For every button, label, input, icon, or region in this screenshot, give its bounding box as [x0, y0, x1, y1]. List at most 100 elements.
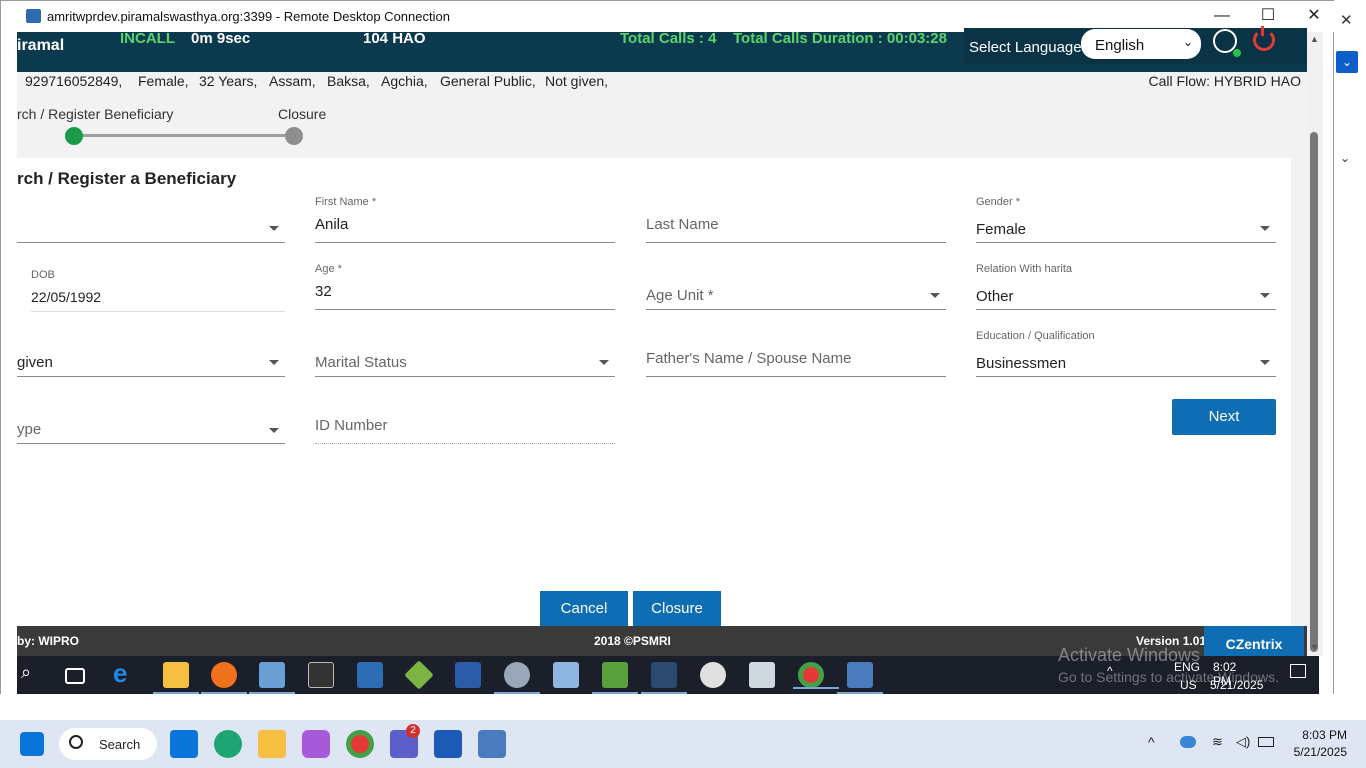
powershell-icon[interactable] — [455, 662, 481, 688]
maximize-button[interactable]: ☐ — [1253, 5, 1283, 27]
title-select[interactable] — [17, 202, 285, 243]
caller-gender: Female, — [138, 73, 189, 89]
id-number-field[interactable]: ID Number — [315, 398, 615, 444]
call-timer: 0m 9sec — [191, 30, 251, 47]
online-status-dot — [1233, 49, 1241, 57]
marital-status-select[interactable]: Marital Status — [315, 330, 615, 377]
task-view-icon[interactable] — [65, 668, 85, 684]
spreadsheet-icon[interactable] — [592, 662, 638, 694]
minimize-button[interactable]: — — [1207, 5, 1237, 27]
app-header: iramal INCALL 0m 9sec 104 HAO Total Call… — [17, 26, 1307, 72]
notification-icon[interactable] — [1290, 664, 1306, 678]
dob-value: 22/05/1992 — [31, 289, 102, 305]
caller-category: General Public, — [440, 73, 536, 89]
host-chrome-icon[interactable] — [346, 730, 374, 758]
first-name-field[interactable]: First Name * Anila — [315, 196, 615, 243]
eclipse-icon[interactable] — [641, 662, 687, 694]
notepad-icon[interactable] — [553, 662, 579, 688]
host-chevron-icon[interactable]: ⌄ — [1340, 151, 1350, 165]
user-profile-icon[interactable] — [1213, 29, 1241, 57]
education-label: Education / Qualification — [976, 330, 1095, 342]
host-taskbar: Search 2 ^ ≋ ◁) 8:03 PM 5/21/2025 — [0, 720, 1366, 768]
next-button[interactable]: Next — [1172, 399, 1276, 435]
host-dropdown-icon[interactable]: ⌄ — [1336, 51, 1358, 73]
vertical-scrollbar[interactable]: ▲ ▼ — [1307, 32, 1323, 656]
battery-icon[interactable] — [1258, 737, 1274, 747]
relation-label: Relation With harita — [976, 263, 1072, 275]
step-register-label[interactable]: rch / Register Beneficiary — [17, 106, 173, 122]
dob-field[interactable]: DOB 22/05/1992 — [31, 269, 285, 312]
education-select[interactable]: Education / Qualification Businessmen — [976, 330, 1276, 377]
store-icon[interactable] — [170, 730, 198, 758]
host-close-icon[interactable]: ✕ — [1340, 11, 1353, 29]
host-tray-arrow-icon[interactable]: ^ — [1148, 734, 1155, 750]
m365-icon[interactable] — [302, 730, 330, 758]
age-field[interactable]: Age * 32 — [315, 263, 615, 310]
gender-select[interactable]: Gender * Female — [976, 196, 1276, 243]
teams-icon[interactable]: 2 — [390, 724, 420, 758]
caller-phone: 929716052849, — [25, 73, 123, 89]
caller-state: Assam, — [269, 73, 316, 89]
remote-desktop-icon[interactable] — [837, 662, 883, 694]
edge-icon[interactable] — [214, 730, 242, 758]
scroll-up-icon[interactable]: ▲ — [1310, 34, 1319, 44]
footer-credit: by: WIPRO — [17, 634, 79, 648]
closure-button[interactable]: Closure — [633, 591, 721, 627]
taskbar-search[interactable]: Search — [59, 728, 157, 760]
father-spouse-name-placeholder: Father's Name / Spouse Name — [646, 350, 852, 367]
relation-select[interactable]: Relation With harita Other — [976, 263, 1276, 310]
internet-explorer-icon[interactable]: e — [113, 658, 139, 688]
first-name-value: Anila — [315, 216, 349, 233]
father-spouse-name-field[interactable]: Father's Name / Spouse Name — [646, 330, 946, 377]
last-name-field[interactable]: Last Name — [646, 196, 946, 243]
services-gear-icon[interactable] — [494, 662, 540, 694]
postman-icon[interactable] — [201, 662, 247, 694]
step-closure-dot[interactable] — [285, 127, 303, 145]
caller-other: Not given, — [545, 73, 609, 89]
education-value: Businessmen — [976, 355, 1067, 372]
age-unit-select[interactable]: Age Unit * — [646, 263, 946, 310]
host-time: 8:03 PM — [1302, 728, 1347, 742]
income-status-select[interactable]: given — [17, 330, 285, 377]
chevron-down-icon — [269, 428, 279, 433]
power-logout-icon[interactable] — [1253, 26, 1275, 51]
file-explorer-icon[interactable] — [153, 662, 199, 694]
word-icon[interactable] — [434, 730, 462, 758]
host-file-explorer-icon[interactable] — [258, 730, 286, 758]
snipping-tool-icon[interactable] — [749, 662, 775, 688]
language-select[interactable]: English ⌄ — [1081, 29, 1201, 59]
czentrix-logo[interactable]: CZentrix — [1204, 626, 1304, 656]
step-closure-label[interactable]: Closure — [278, 106, 326, 122]
id-type-select[interactable]: ype — [17, 398, 285, 444]
command-prompt-icon[interactable] — [308, 662, 334, 688]
volume-icon[interactable]: ◁) — [1236, 734, 1250, 750]
scroll-down-icon[interactable]: ▼ — [1310, 642, 1319, 652]
beneficiary-form-card: rch / Register a Beneficiary First Name … — [17, 158, 1291, 627]
search-icon — [69, 735, 83, 749]
onedrive-icon[interactable] — [1180, 736, 1196, 748]
control-panel-icon[interactable] — [249, 662, 295, 694]
wifi-icon[interactable]: ≋ — [1212, 734, 1223, 750]
remote-search-icon[interactable]: ⌕ — [21, 662, 47, 688]
close-button[interactable]: ✕ — [1299, 5, 1329, 27]
step-register-dot[interactable] — [65, 127, 83, 145]
window-app-icon[interactable] — [357, 662, 383, 688]
cancel-button[interactable]: Cancel — [540, 591, 628, 627]
age-value: 32 — [315, 283, 332, 300]
host-remote-desktop-icon[interactable] — [478, 730, 506, 758]
windows-start-icon[interactable] — [20, 732, 44, 756]
settings-gear-icon[interactable] — [700, 662, 726, 688]
income-status-value: given — [17, 354, 53, 371]
git-icon[interactable] — [404, 660, 434, 690]
scroll-thumb[interactable] — [1310, 132, 1318, 652]
activation-watermark-sub: Go to Settings to activate Windows. — [1058, 669, 1279, 685]
host-clock[interactable]: 8:03 PM 5/21/2025 — [1289, 728, 1347, 759]
chevron-down-icon: ⌄ — [1182, 35, 1193, 49]
host-date: 5/21/2025 — [1293, 745, 1347, 759]
id-number-placeholder: ID Number — [315, 417, 388, 434]
host-status-strip — [0, 694, 1366, 718]
chevron-down-icon — [269, 360, 279, 365]
rdp-app-icon — [26, 9, 41, 23]
chrome-icon[interactable] — [793, 662, 839, 689]
chevron-down-icon — [1260, 226, 1270, 231]
